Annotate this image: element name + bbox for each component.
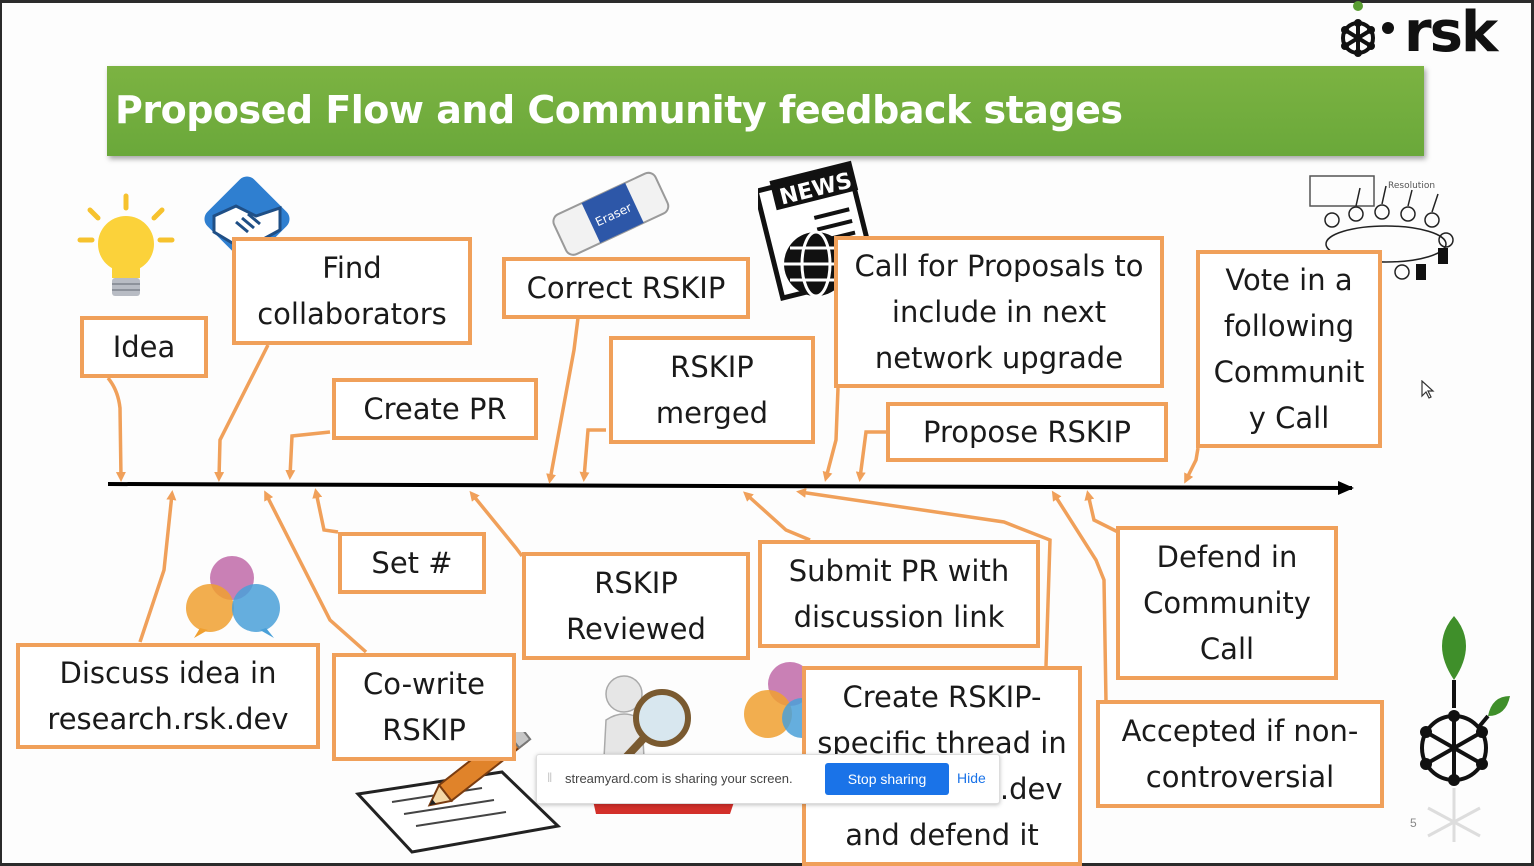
stage-correct-rskip: Correct RSKIP	[502, 257, 750, 319]
arrow-correct	[546, 317, 580, 484]
arrow-vote	[1184, 447, 1200, 484]
stage-call-for-proposals: Call for Proposals to include in next ne…	[834, 236, 1164, 388]
stage-propose-rskip: Propose RSKIP	[886, 402, 1168, 462]
mouse-pointer-icon	[1421, 380, 1435, 399]
arrow-idea	[106, 376, 126, 482]
stage-idea: Idea	[80, 316, 208, 378]
arrow-call	[822, 387, 840, 482]
lightbulb-icon	[77, 193, 175, 296]
arrow-discuss	[138, 490, 177, 643]
stage-discuss-idea: Discuss idea in research.rsk.dev	[16, 643, 320, 749]
stage-create-pr: Create PR	[332, 378, 538, 440]
screen-share-bar: ‖ streamyard.com is sharing your screen.…	[536, 754, 1000, 804]
eraser-icon: Eraser	[552, 171, 670, 256]
arrow-propose	[855, 430, 888, 482]
arrow-create-pr	[285, 430, 331, 480]
stage-set-number: Set #	[338, 532, 486, 594]
slide-number: 5	[1410, 816, 1417, 830]
arrow-submit	[743, 491, 811, 542]
arrow-setnum	[312, 488, 339, 534]
hide-link[interactable]: Hide	[957, 770, 986, 786]
stage-accepted: Accepted if non- controversial	[1096, 700, 1384, 808]
chat-bubbles-icon	[186, 556, 280, 638]
timeline-arrow	[107, 480, 1354, 495]
arrow-defend	[1084, 490, 1119, 534]
stop-sharing-button[interactable]: Stop sharing	[825, 763, 949, 795]
svg-text:Resolution: Resolution	[1388, 181, 1435, 191]
stage-vote: Vote in a following Communit y Call	[1196, 250, 1382, 448]
rsk-tree-icon	[1420, 616, 1510, 842]
drag-handle-icon[interactable]: ‖	[547, 770, 552, 785]
stage-co-write: Co-write RSKIP	[332, 653, 516, 761]
stage-defend-community-call: Defend in Community Call	[1116, 526, 1338, 680]
stage-find-collaborators: Find collaborators	[232, 237, 472, 345]
stage-rskip-reviewed: RSKIP Reviewed	[522, 552, 750, 660]
stage-submit-pr: Submit PR with discussion link	[758, 540, 1040, 648]
arrow-find	[214, 344, 270, 482]
stage-rskip-merged: RSKIP merged	[609, 336, 815, 444]
arrow-merged	[579, 428, 606, 482]
share-message: streamyard.com is sharing your screen.	[565, 771, 793, 786]
